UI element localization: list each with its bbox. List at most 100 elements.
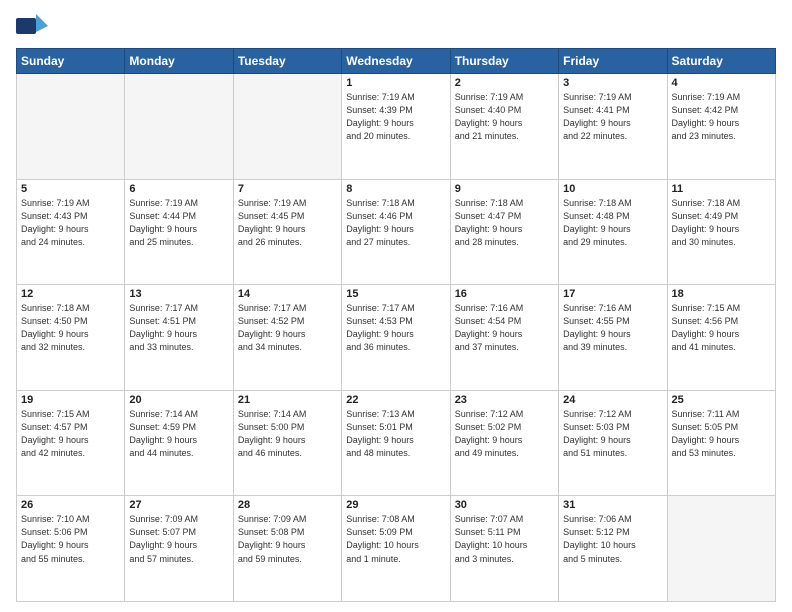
calendar-cell: 28 Sunrise: 7:09 AM Sunset: 5:08 PM Dayli… [233,496,341,602]
day-info: Sunrise: 7:10 AM Sunset: 5:06 PM Dayligh… [21,513,120,565]
day-info: Sunrise: 7:17 AM Sunset: 4:51 PM Dayligh… [129,302,228,354]
day-number: 6 [129,183,228,195]
calendar-cell: 25 Sunrise: 7:11 AM Sunset: 5:05 PM Dayli… [667,390,775,496]
calendar-cell: 27 Sunrise: 7:09 AM Sunset: 5:07 PM Dayli… [125,496,233,602]
calendar-cell: 3 Sunrise: 7:19 AM Sunset: 4:41 PM Daylig… [559,74,667,180]
day-info: Sunrise: 7:18 AM Sunset: 4:48 PM Dayligh… [563,197,662,249]
calendar-cell: 31Sunrise: 7:06 AM Sunset: 5:12 PM Dayli… [559,496,667,602]
calendar-week-row: 1Sunrise: 7:19 AM Sunset: 4:39 PM Daylig… [17,74,776,180]
page-header [16,12,776,40]
day-info: Sunrise: 7:16 AM Sunset: 4:54 PM Dayligh… [455,302,554,354]
day-info: Sunrise: 7:19 AM Sunset: 4:43 PM Dayligh… [21,197,120,249]
weekday-header-monday: Monday [125,49,233,74]
calendar-week-row: 5 Sunrise: 7:19 AM Sunset: 4:43 PM Daylig… [17,179,776,285]
calendar-week-row: 12 Sunrise: 7:18 AM Sunset: 4:50 PM Dayli… [17,285,776,391]
day-info: Sunrise: 7:18 AM Sunset: 4:50 PM Dayligh… [21,302,120,354]
day-info: Sunrise: 7:16 AM Sunset: 4:55 PM Dayligh… [563,302,662,354]
logo-icon [16,12,48,40]
calendar-cell [17,74,125,180]
calendar-cell: 12 Sunrise: 7:18 AM Sunset: 4:50 PM Dayli… [17,285,125,391]
calendar-cell: 15 Sunrise: 7:17 AM Sunset: 4:53 PM Dayli… [342,285,450,391]
weekday-header-tuesday: Tuesday [233,49,341,74]
day-number: 21 [238,394,337,406]
day-number: 28 [238,499,337,511]
calendar-cell: 30Sunrise: 7:07 AM Sunset: 5:11 PM Dayli… [450,496,558,602]
weekday-header-thursday: Thursday [450,49,558,74]
day-info: Sunrise: 7:18 AM Sunset: 4:47 PM Dayligh… [455,197,554,249]
weekday-header-saturday: Saturday [667,49,775,74]
weekday-header-wednesday: Wednesday [342,49,450,74]
calendar-cell: 10Sunrise: 7:18 AM Sunset: 4:48 PM Dayli… [559,179,667,285]
calendar-cell: 16 Sunrise: 7:16 AM Sunset: 4:54 PM Dayli… [450,285,558,391]
day-number: 27 [129,499,228,511]
day-info: Sunrise: 7:15 AM Sunset: 4:57 PM Dayligh… [21,408,120,460]
calendar-cell: 1Sunrise: 7:19 AM Sunset: 4:39 PM Daylig… [342,74,450,180]
day-number: 3 [563,77,662,89]
calendar-cell: 11 Sunrise: 7:18 AM Sunset: 4:49 PM Dayli… [667,179,775,285]
day-info: Sunrise: 7:09 AM Sunset: 5:07 PM Dayligh… [129,513,228,565]
day-info: Sunrise: 7:12 AM Sunset: 5:03 PM Dayligh… [563,408,662,460]
weekday-header-friday: Friday [559,49,667,74]
day-info: Sunrise: 7:09 AM Sunset: 5:08 PM Dayligh… [238,513,337,565]
day-info: Sunrise: 7:18 AM Sunset: 4:49 PM Dayligh… [672,197,771,249]
day-number: 4 [672,77,771,89]
calendar-cell [233,74,341,180]
calendar-cell: 4 Sunrise: 7:19 AM Sunset: 4:42 PM Daylig… [667,74,775,180]
calendar-cell: 13 Sunrise: 7:17 AM Sunset: 4:51 PM Dayli… [125,285,233,391]
day-number: 19 [21,394,120,406]
day-info: Sunrise: 7:17 AM Sunset: 4:53 PM Dayligh… [346,302,445,354]
calendar-table: SundayMondayTuesdayWednesdayThursdayFrid… [16,48,776,602]
calendar-cell [667,496,775,602]
calendar-cell: 19 Sunrise: 7:15 AM Sunset: 4:57 PM Dayli… [17,390,125,496]
calendar-cell: 14 Sunrise: 7:17 AM Sunset: 4:52 PM Dayli… [233,285,341,391]
calendar-cell: 29Sunrise: 7:08 AM Sunset: 5:09 PM Dayli… [342,496,450,602]
day-number: 9 [455,183,554,195]
day-number: 7 [238,183,337,195]
day-info: Sunrise: 7:15 AM Sunset: 4:56 PM Dayligh… [672,302,771,354]
day-number: 22 [346,394,445,406]
day-number: 5 [21,183,120,195]
calendar-cell: 26 Sunrise: 7:10 AM Sunset: 5:06 PM Dayli… [17,496,125,602]
day-info: Sunrise: 7:18 AM Sunset: 4:46 PM Dayligh… [346,197,445,249]
day-info: Sunrise: 7:19 AM Sunset: 4:45 PM Dayligh… [238,197,337,249]
day-number: 13 [129,288,228,300]
day-number: 18 [672,288,771,300]
day-info: Sunrise: 7:13 AM Sunset: 5:01 PM Dayligh… [346,408,445,460]
day-number: 17 [563,288,662,300]
calendar-cell: 7 Sunrise: 7:19 AM Sunset: 4:45 PM Daylig… [233,179,341,285]
calendar-header-row: SundayMondayTuesdayWednesdayThursdayFrid… [17,49,776,74]
day-info: Sunrise: 7:19 AM Sunset: 4:42 PM Dayligh… [672,91,771,143]
day-number: 2 [455,77,554,89]
calendar-cell: 2 Sunrise: 7:19 AM Sunset: 4:40 PM Daylig… [450,74,558,180]
day-info: Sunrise: 7:19 AM Sunset: 4:40 PM Dayligh… [455,91,554,143]
day-info: Sunrise: 7:19 AM Sunset: 4:41 PM Dayligh… [563,91,662,143]
day-number: 11 [672,183,771,195]
calendar-page: SundayMondayTuesdayWednesdayThursdayFrid… [0,0,792,612]
calendar-cell: 5 Sunrise: 7:19 AM Sunset: 4:43 PM Daylig… [17,179,125,285]
calendar-week-row: 19 Sunrise: 7:15 AM Sunset: 4:57 PM Dayli… [17,390,776,496]
day-info: Sunrise: 7:08 AM Sunset: 5:09 PM Dayligh… [346,513,445,565]
day-info: Sunrise: 7:14 AM Sunset: 4:59 PM Dayligh… [129,408,228,460]
day-number: 25 [672,394,771,406]
day-number: 26 [21,499,120,511]
day-number: 30 [455,499,554,511]
calendar-cell: 17 Sunrise: 7:16 AM Sunset: 4:55 PM Dayli… [559,285,667,391]
day-info: Sunrise: 7:12 AM Sunset: 5:02 PM Dayligh… [455,408,554,460]
calendar-cell: 9 Sunrise: 7:18 AM Sunset: 4:47 PM Daylig… [450,179,558,285]
day-info: Sunrise: 7:11 AM Sunset: 5:05 PM Dayligh… [672,408,771,460]
calendar-cell: 24 Sunrise: 7:12 AM Sunset: 5:03 PM Dayli… [559,390,667,496]
day-number: 14 [238,288,337,300]
day-number: 31 [563,499,662,511]
day-number: 15 [346,288,445,300]
day-number: 16 [455,288,554,300]
day-number: 24 [563,394,662,406]
calendar-cell [125,74,233,180]
weekday-header-sunday: Sunday [17,49,125,74]
calendar-week-row: 26 Sunrise: 7:10 AM Sunset: 5:06 PM Dayli… [17,496,776,602]
day-info: Sunrise: 7:17 AM Sunset: 4:52 PM Dayligh… [238,302,337,354]
calendar-cell: 23Sunrise: 7:12 AM Sunset: 5:02 PM Dayli… [450,390,558,496]
day-number: 12 [21,288,120,300]
day-info: Sunrise: 7:19 AM Sunset: 4:39 PM Dayligh… [346,91,445,143]
day-number: 8 [346,183,445,195]
calendar-cell: 20Sunrise: 7:14 AM Sunset: 4:59 PM Dayli… [125,390,233,496]
